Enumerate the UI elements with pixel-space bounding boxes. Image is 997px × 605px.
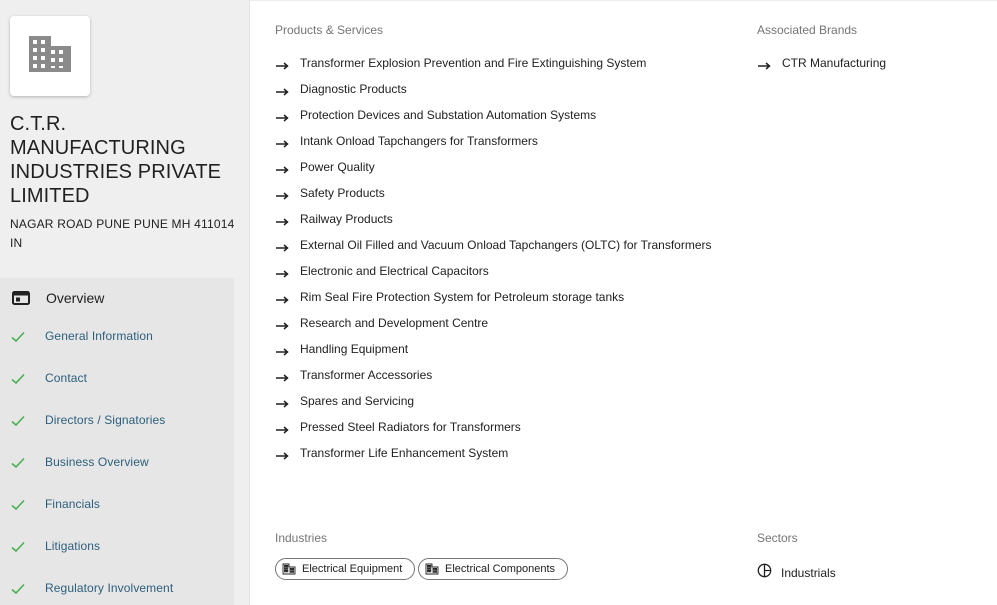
nav-item-label: General Information bbox=[45, 329, 153, 343]
sector-item[interactable]: Industrials bbox=[757, 563, 836, 583]
product-label: Railway Products bbox=[300, 212, 393, 226]
product-item[interactable]: Transformer Accessories bbox=[276, 365, 432, 385]
product-label: Transformer Life Enhancement System bbox=[300, 446, 509, 460]
arrow-right-icon bbox=[276, 162, 290, 174]
product-item[interactable]: Research and Development Centre bbox=[276, 313, 488, 333]
nav-item-general-information[interactable]: General Information bbox=[0, 316, 234, 358]
arrow-right-icon bbox=[758, 58, 772, 70]
product-item[interactable]: Rim Seal Fire Protection System for Petr… bbox=[276, 287, 624, 307]
check-icon bbox=[11, 372, 25, 390]
product-item[interactable]: Railway Products bbox=[276, 209, 393, 229]
nav-item-directors-signatories[interactable]: Directors / Signatories bbox=[0, 400, 234, 442]
industries-title: Industries bbox=[275, 531, 328, 545]
company-name: C.T.R. MANUFACTURING INDUSTRIES PRIVATE … bbox=[10, 113, 222, 207]
brand-item[interactable]: CTR Manufacturing bbox=[758, 53, 886, 73]
nav-item-label: Contact bbox=[45, 371, 88, 385]
products-title: Products & Services bbox=[275, 23, 384, 37]
product-item[interactable]: Transformer Life Enhancement System bbox=[276, 443, 508, 463]
product-item[interactable]: Intank Onload Tapchangers for Transforme… bbox=[276, 131, 538, 151]
nav-item-litigations[interactable]: Litigations bbox=[0, 526, 234, 568]
product-item[interactable]: External Oil Filled and Vacuum Onload Ta… bbox=[276, 235, 712, 255]
product-label: Protection Devices and Substation Automa… bbox=[300, 108, 597, 122]
product-label: Electronic and Electrical Capacitors bbox=[300, 264, 489, 278]
arrow-right-icon bbox=[276, 214, 290, 226]
product-label: Power Quality bbox=[300, 160, 375, 174]
arrow-right-icon bbox=[276, 188, 290, 200]
industry-chip[interactable]: Electrical Components bbox=[418, 558, 569, 580]
arrow-right-icon bbox=[276, 292, 290, 304]
company-address-line1: NAGAR ROAD PUNE PUNE MH 411014 bbox=[10, 217, 235, 231]
nav-item-label: Litigations bbox=[45, 539, 101, 553]
product-item[interactable]: Power Quality bbox=[276, 157, 375, 177]
arrow-right-icon bbox=[276, 58, 290, 70]
nav-item-contact[interactable]: Contact bbox=[0, 358, 234, 400]
nav-item-financials[interactable]: Financials bbox=[0, 484, 234, 526]
check-icon bbox=[11, 498, 25, 516]
industry-chip-label: Electrical Equipment bbox=[302, 563, 403, 575]
sidebar-divider bbox=[249, 0, 250, 605]
product-label: Rim Seal Fire Protection System for Petr… bbox=[300, 290, 625, 304]
industry-chip-label: Electrical Components bbox=[445, 563, 556, 575]
arrow-right-icon bbox=[276, 422, 290, 434]
arrow-right-icon bbox=[276, 370, 290, 382]
product-label: Transformer Explosion Prevention and Fir… bbox=[300, 56, 647, 70]
product-label: Research and Development Centre bbox=[300, 316, 489, 330]
sector-label: Industrials bbox=[781, 566, 836, 580]
nav-item-business-overview[interactable]: Business Overview bbox=[0, 442, 234, 484]
product-item[interactable]: Diagnostic Products bbox=[276, 79, 407, 99]
arrow-right-icon bbox=[276, 240, 290, 252]
product-label: Pressed Steel Radiators for Transformers bbox=[300, 420, 521, 434]
nav-overview[interactable]: Overview bbox=[0, 278, 234, 318]
nav-item-label: Regulatory Involvement bbox=[45, 581, 174, 595]
nav-overview-label: Overview bbox=[46, 290, 105, 306]
product-item[interactable]: Protection Devices and Substation Automa… bbox=[276, 105, 596, 125]
product-label: Safety Products bbox=[300, 186, 385, 200]
pie-chart-icon bbox=[757, 563, 772, 583]
brands-title: Associated Brands bbox=[757, 23, 858, 37]
product-item[interactable]: Electronic and Electrical Capacitors bbox=[276, 261, 489, 281]
product-item[interactable]: Pressed Steel Radiators for Transformers bbox=[276, 417, 521, 437]
arrow-right-icon bbox=[276, 136, 290, 148]
arrow-right-icon bbox=[276, 84, 290, 96]
building-icon bbox=[282, 563, 296, 575]
arrow-right-icon bbox=[276, 318, 290, 330]
check-icon bbox=[11, 540, 25, 558]
sidebar: C.T.R. MANUFACTURING INDUSTRIES PRIVATE … bbox=[0, 0, 249, 605]
product-item[interactable]: Handling Equipment bbox=[276, 339, 408, 359]
arrow-right-icon bbox=[276, 110, 290, 122]
check-icon bbox=[11, 582, 25, 600]
nav-item-label: Business Overview bbox=[45, 455, 149, 469]
product-label: Transformer Accessories bbox=[300, 368, 433, 382]
product-label: Diagnostic Products bbox=[300, 82, 407, 96]
product-label: Handling Equipment bbox=[300, 342, 409, 356]
company-logo bbox=[10, 16, 90, 96]
top-divider bbox=[250, 0, 997, 1]
company-address-line2: IN bbox=[10, 236, 23, 250]
product-label: External Oil Filled and Vacuum Onload Ta… bbox=[300, 238, 712, 252]
building-icon bbox=[27, 34, 73, 79]
arrow-right-icon bbox=[276, 344, 290, 356]
product-item[interactable]: Transformer Explosion Prevention and Fir… bbox=[276, 53, 646, 73]
industry-chip[interactable]: Electrical Equipment bbox=[275, 558, 416, 580]
nav-item-label: Financials bbox=[45, 497, 101, 511]
nav-item-regulatory-involvement[interactable]: Regulatory Involvement bbox=[0, 568, 234, 605]
product-item[interactable]: Spares and Servicing bbox=[276, 391, 414, 411]
product-item[interactable]: Safety Products bbox=[276, 183, 385, 203]
check-icon bbox=[11, 330, 25, 348]
brand-label: CTR Manufacturing bbox=[782, 56, 887, 70]
product-label: Intank Onload Tapchangers for Transforme… bbox=[300, 134, 538, 148]
nav-item-label: Directors / Signatories bbox=[45, 413, 166, 427]
company-address: NAGAR ROAD PUNE PUNE MH 411014 IN bbox=[10, 215, 235, 253]
arrow-right-icon bbox=[276, 396, 290, 408]
building-icon bbox=[425, 563, 439, 575]
arrow-right-icon bbox=[276, 266, 290, 278]
check-icon bbox=[11, 414, 25, 432]
check-icon bbox=[11, 456, 25, 474]
product-label: Spares and Servicing bbox=[300, 394, 415, 408]
sectors-title: Sectors bbox=[757, 531, 798, 545]
arrow-right-icon bbox=[276, 448, 290, 460]
section-nav: Overview General Information Contact Dir… bbox=[0, 278, 234, 605]
overview-panel-icon bbox=[12, 291, 30, 310]
